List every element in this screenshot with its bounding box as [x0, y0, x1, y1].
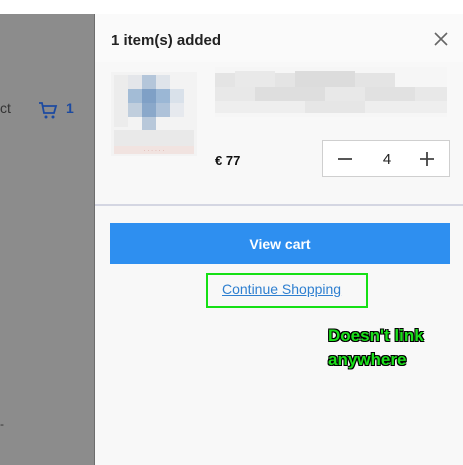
continue-shopping-link[interactable]: Continue Shopping: [222, 281, 341, 297]
nav-partial-text: ct: [0, 100, 11, 116]
svg-text:· · · · · ·: · · · · · ·: [144, 148, 165, 155]
header-strip: [0, 0, 94, 14]
drawer-title: 1 item(s) added: [111, 32, 222, 49]
close-icon[interactable]: [432, 30, 450, 48]
bottom-partial-text: -: [0, 417, 4, 431]
increase-quantity-button[interactable]: [415, 147, 439, 171]
product-thumbnail[interactable]: · · · · · ·: [111, 72, 197, 156]
cart-drawer: 1 item(s) added · · · · · · € 77 4 View …: [94, 14, 463, 465]
cart-item: · · · · · · € 77 4: [95, 62, 463, 206]
drawer-header: 1 item(s) added: [95, 14, 463, 63]
item-price: € 77: [215, 153, 241, 168]
page-backdrop[interactable]: ct 1 -: [0, 0, 94, 465]
quantity-value[interactable]: 4: [375, 151, 399, 168]
view-cart-button[interactable]: View cart: [110, 223, 450, 264]
decrease-quantity-button[interactable]: [333, 147, 357, 171]
cart-icon: [39, 102, 58, 119]
annotation-note: Doesn't link anywhere: [328, 326, 424, 369]
product-name[interactable]: [215, 67, 447, 117]
drawer-top-edge: [94, 0, 463, 14]
quantity-stepper: 4: [322, 140, 450, 177]
cart-count-badge: 1: [66, 100, 74, 116]
